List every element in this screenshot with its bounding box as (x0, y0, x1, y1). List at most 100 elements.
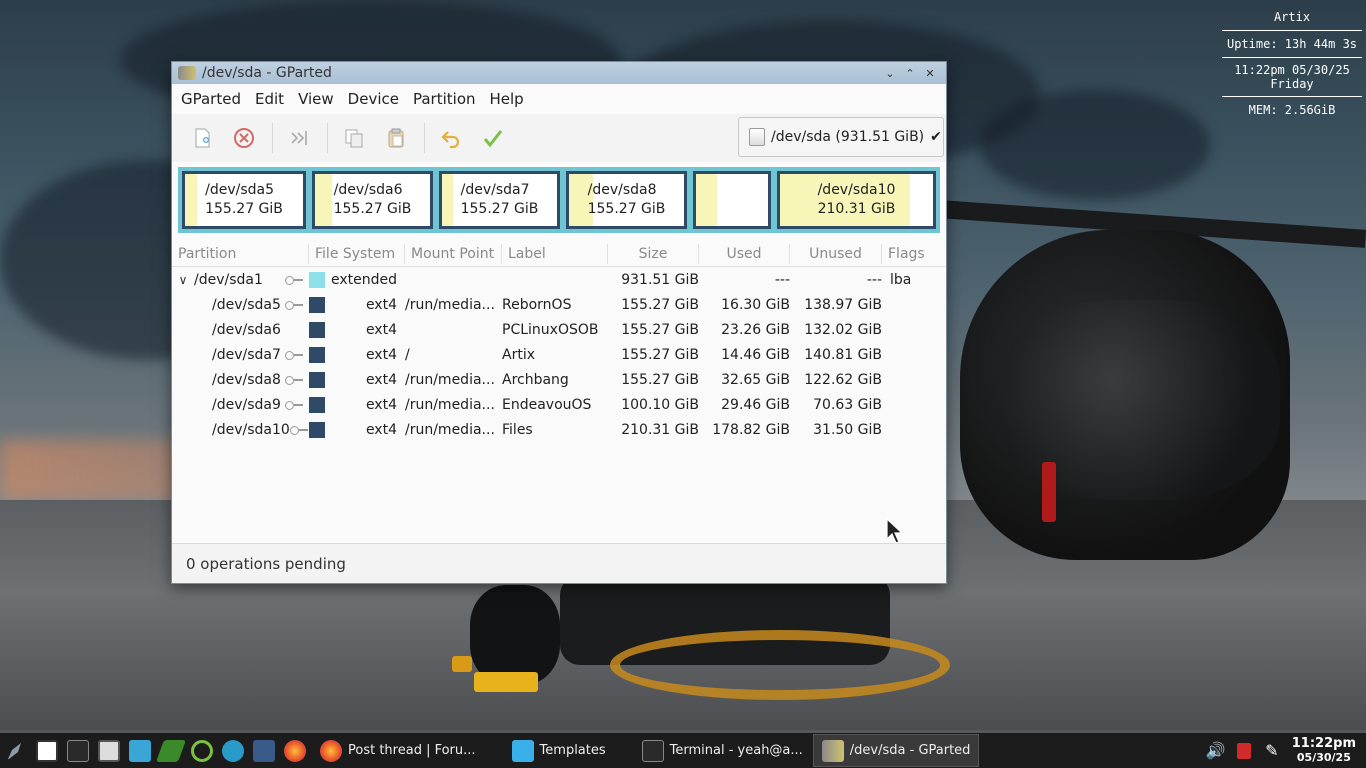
cell-partition: /dev/sda1 (194, 271, 263, 288)
filesystem-color-swatch (309, 421, 325, 438)
task-templates[interactable]: Templates (504, 734, 614, 767)
cell-used: --- (774, 271, 790, 288)
task-gparted[interactable]: /dev/sda - GParted (812, 734, 980, 767)
menu-gparted[interactable]: GParted (174, 90, 248, 108)
header-unused[interactable]: Unused (790, 243, 882, 264)
graph-partition-sda6[interactable]: /dev/sda6 155.27 GiB (312, 171, 433, 229)
apply-icon (483, 130, 503, 148)
graph-partition-sda7[interactable]: /dev/sda7 155.27 GiB (439, 171, 560, 229)
header-used[interactable]: Used (699, 243, 790, 264)
cell-size: 210.31 GiB (621, 421, 699, 438)
filesystem-color-swatch (309, 346, 325, 363)
header-filesystem[interactable]: File System (309, 243, 405, 264)
copy-button[interactable] (334, 118, 374, 158)
table-row[interactable]: /dev/sda7 ext4 / Artix 155.27 GiB 14.46 … (172, 342, 946, 367)
header-flags[interactable]: Flags (882, 244, 942, 264)
gparted-icon (178, 66, 196, 80)
maximize-icon[interactable]: ⌃ (900, 67, 920, 80)
conky-host: Artix (1273, 10, 1311, 24)
graph-partition-sda5[interactable]: /dev/sda5 155.27 GiB (182, 171, 306, 229)
header-mountpoint[interactable]: Mount Point (405, 243, 502, 264)
cell-filesystem: ext4 (365, 346, 397, 363)
volume-icon[interactable]: 🔊 (1204, 739, 1228, 763)
graph-partition-size: 155.27 GiB (460, 201, 539, 217)
key-icon (285, 375, 303, 385)
graph-partition-sda10[interactable]: /dev/sda10 210.31 GiB (777, 171, 936, 229)
cell-partition: /dev/sda10 (212, 421, 290, 438)
graph-used-bar (696, 174, 718, 226)
launcher-system-monitor[interactable] (31, 733, 62, 768)
header-partition[interactable]: Partition (172, 243, 309, 264)
graph-partition-size: 155.27 GiB (205, 201, 283, 217)
graph-partition-sda8[interactable]: /dev/sda8 155.27 GiB (566, 171, 687, 229)
delete-partition-button[interactable] (224, 118, 264, 158)
cell-used: 16.30 GiB (721, 296, 790, 313)
cell-mountpoint: /run/media... (405, 421, 495, 438)
cell-label: EndeavouOS (502, 396, 592, 413)
menu-help[interactable]: Help (483, 90, 531, 108)
apply-button[interactable] (473, 118, 513, 158)
cell-unused: 138.97 GiB (804, 296, 882, 313)
table-row[interactable]: /dev/sda6 ext4 PCLinuxOSOB 155.27 GiB 23… (172, 317, 946, 342)
paste-button[interactable] (376, 118, 416, 158)
graph-partition-sda9[interactable] (693, 171, 771, 229)
close-icon[interactable]: ✕ (920, 67, 940, 80)
launcher-firefox[interactable] (279, 733, 310, 768)
gparted-window: /dev/sda - GParted ⌄ ⌃ ✕ GParted Edit Vi… (171, 61, 947, 584)
launcher-disk-tool[interactable] (155, 733, 186, 768)
header-size[interactable]: Size (608, 243, 699, 264)
menu-edit[interactable]: Edit (248, 90, 291, 108)
task-label: Post thread | Foru... (348, 743, 476, 758)
resize-move-button[interactable] (279, 118, 319, 158)
folder-icon (511, 739, 534, 762)
toolbar: /dev/sda (931.51 GiB) ✔ (172, 114, 946, 162)
table-row[interactable]: /dev/sda10 ext4 /run/media... Files 210.… (172, 417, 946, 442)
launcher-browser[interactable] (217, 733, 248, 768)
task-terminal[interactable]: Terminal - yeah@a... (634, 734, 811, 767)
launcher-text-editor[interactable] (93, 733, 124, 768)
cell-used: 178.82 GiB (712, 421, 790, 438)
clock[interactable]: 11:22pm 05/30/25 (1291, 735, 1356, 765)
undo-icon (441, 131, 460, 149)
pen-icon[interactable]: ✎ (1260, 739, 1284, 763)
table-row[interactable]: ∨ /dev/sda1 extended 931.51 GiB --- --- … (172, 267, 946, 292)
expander-arrow-icon[interactable]: ∨ (172, 273, 194, 287)
status-bar: 0 operations pending (172, 543, 946, 583)
title-bar[interactable]: /dev/sda - GParted ⌄ ⌃ ✕ (172, 62, 946, 84)
cell-label: Artix (502, 346, 535, 363)
menu-partition[interactable]: Partition (406, 90, 483, 108)
cell-unused: --- (866, 271, 882, 288)
menu-device[interactable]: Device (341, 90, 406, 108)
menu-launcher-button[interactable] (0, 733, 31, 768)
device-selector[interactable]: /dev/sda (931.51 GiB) ✔ (738, 117, 944, 157)
launcher-calculator[interactable] (248, 733, 279, 768)
mouse-cursor-icon (886, 518, 904, 544)
cell-unused: 140.81 GiB (804, 346, 882, 363)
new-partition-button[interactable] (182, 118, 222, 158)
launcher-display[interactable] (124, 733, 155, 768)
table-row[interactable]: /dev/sda9 ext4 /run/media... EndeavouOS … (172, 392, 946, 417)
table-row[interactable]: /dev/sda8 ext4 /run/media... Archbang 15… (172, 367, 946, 392)
cell-partition: /dev/sda8 (212, 371, 281, 388)
cell-filesystem: extended (331, 271, 398, 288)
undo-button[interactable] (431, 118, 471, 158)
network-disconnected-icon[interactable] (1232, 739, 1256, 763)
filesystem-color-swatch (309, 371, 325, 388)
minimize-icon[interactable]: ⌄ (880, 67, 900, 80)
table-row[interactable]: /dev/sda5 ext4 /run/media... RebornOS 15… (172, 292, 946, 317)
key-icon (289, 425, 309, 435)
rocket-icon (7, 742, 21, 759)
task-label: Terminal - yeah@a... (669, 743, 803, 758)
cell-size: 931.51 GiB (621, 271, 699, 288)
conky-widget: Artix Uptime: 13h 44m 3s 11:22pm 05/30/2… (1222, 6, 1362, 121)
task-firefox[interactable]: Post thread | Foru... (312, 734, 484, 767)
cell-mountpoint: /run/media... (405, 371, 495, 388)
launcher-terminal[interactable] (62, 733, 93, 768)
graph-used-bar (442, 174, 453, 226)
clock-time: 11:22pm (1291, 735, 1356, 751)
header-label[interactable]: Label (502, 243, 608, 264)
firefox-icon (320, 739, 342, 762)
calculator-icon (252, 739, 275, 762)
launcher-update[interactable] (186, 733, 217, 768)
menu-view[interactable]: View (291, 90, 341, 108)
